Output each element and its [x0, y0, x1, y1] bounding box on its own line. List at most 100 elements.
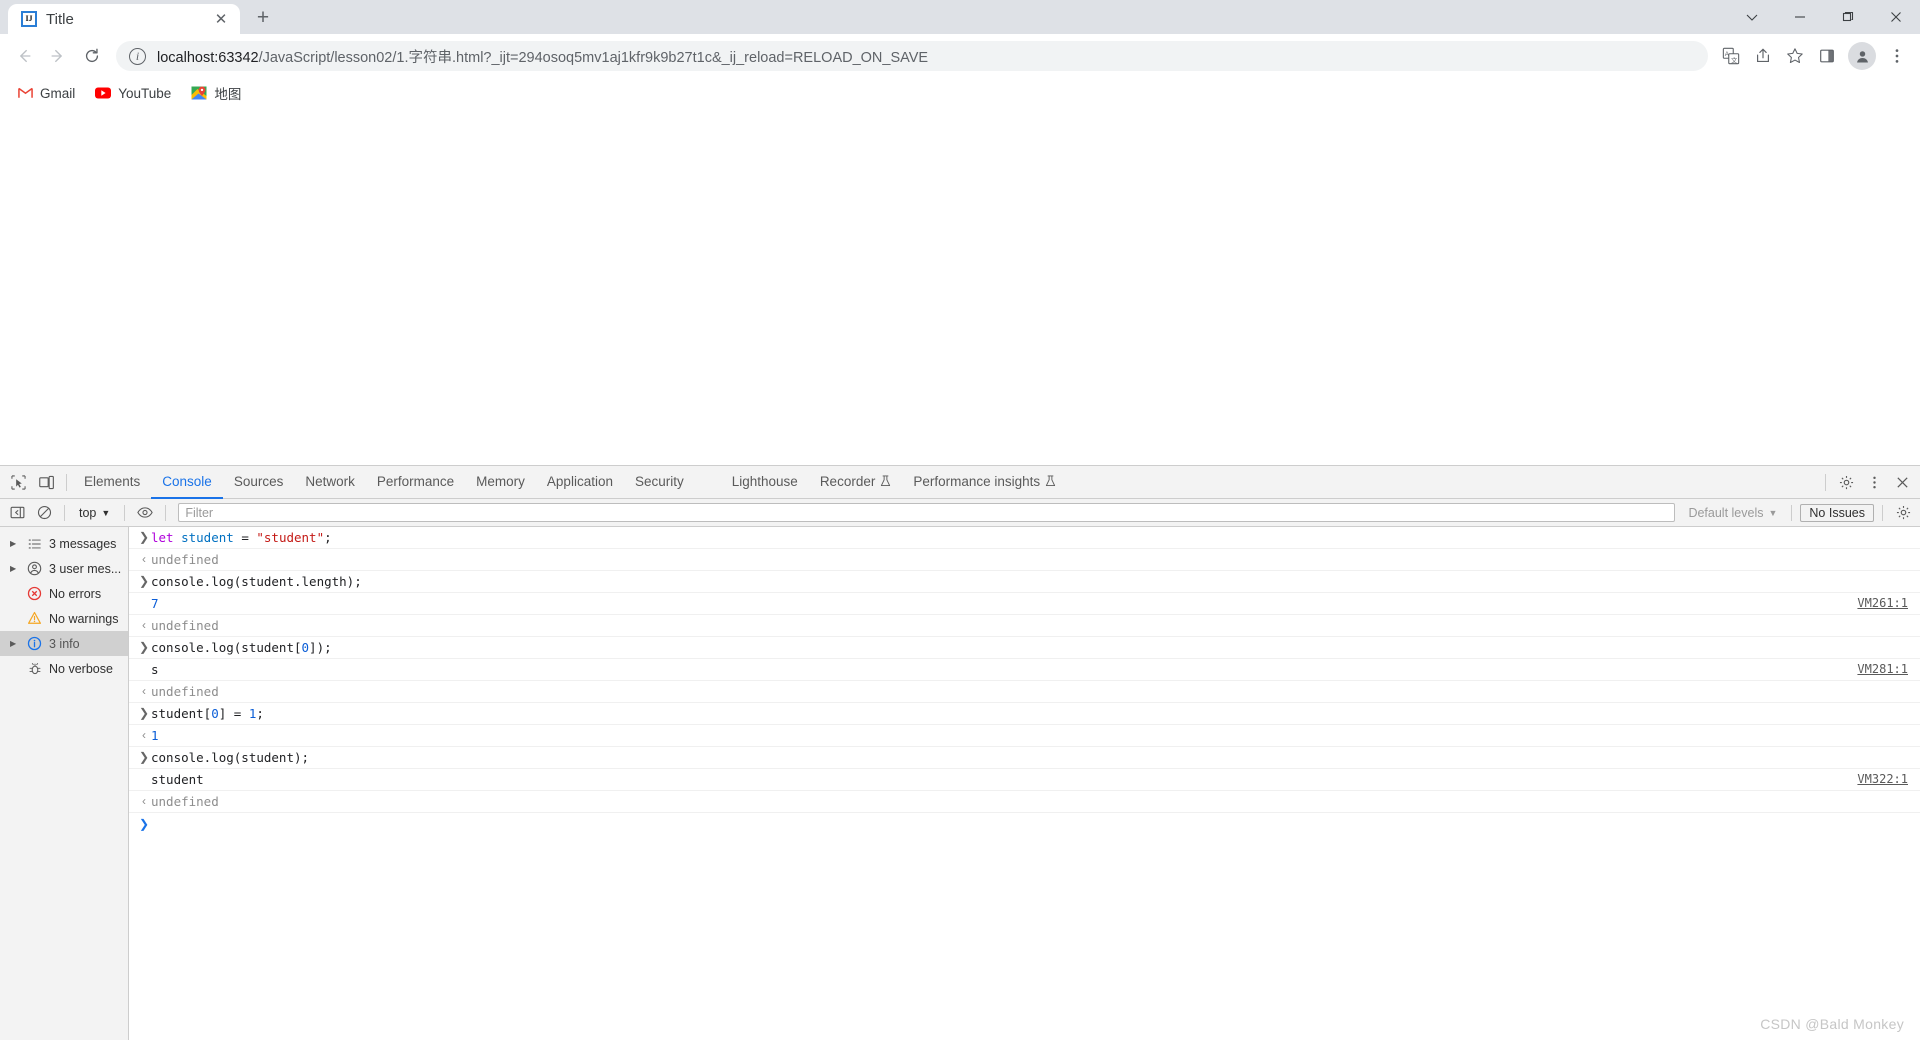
sidebar-item-messages[interactable]: ▶ 3 messages: [0, 531, 128, 556]
filter-divider: [1882, 504, 1883, 521]
console-messages-area[interactable]: ❯ let student = "student"; ‹ undefined ❯ cons…: [129, 527, 1920, 1040]
devtools-settings-icon[interactable]: [1832, 468, 1860, 496]
forward-button[interactable]: [42, 40, 74, 72]
close-icon[interactable]: ✕: [212, 10, 230, 28]
clear-console-icon[interactable]: [32, 501, 56, 525]
toolbar-divider: [1825, 473, 1826, 491]
levels-label: Default levels: [1688, 505, 1764, 520]
inspect-element-icon[interactable]: [4, 468, 32, 496]
device-toolbar-icon[interactable]: [32, 468, 60, 496]
new-tab-button[interactable]: +: [248, 3, 278, 33]
devtools-more-icon[interactable]: [1860, 468, 1888, 496]
window-controls: [1728, 0, 1920, 34]
error-circle-icon: [26, 586, 43, 601]
tab-performance[interactable]: Performance: [366, 466, 465, 499]
tab-lighthouse[interactable]: Lighthouse: [721, 466, 809, 499]
close-icon[interactable]: [1872, 0, 1920, 34]
address-bar[interactable]: i localhost:63342/JavaScript/lesson02/1.…: [116, 41, 1708, 71]
bookmark-star-icon[interactable]: [1780, 41, 1810, 71]
sidebar-item-label: No warnings: [49, 611, 119, 626]
sidebar-item-label: 3 info: [49, 636, 80, 651]
back-button[interactable]: [8, 40, 40, 72]
tab-console[interactable]: Console: [151, 466, 223, 499]
console-prompt-row[interactable]: ❯: [129, 813, 1920, 835]
console-log-row[interactable]: ‹ undefined: [129, 549, 1920, 571]
tab-elements[interactable]: Elements: [73, 466, 151, 499]
source-link[interactable]: VM281:1: [1857, 662, 1920, 677]
console-log-row[interactable]: s VM281:1: [129, 659, 1920, 681]
bookmark-maps[interactable]: 地图: [182, 79, 250, 107]
console-log-row[interactable]: ❯ let student = "student";: [129, 527, 1920, 549]
console-log-row[interactable]: ‹ undefined: [129, 681, 1920, 703]
console-row-text: undefined: [151, 684, 219, 699]
tab-sources[interactable]: Sources: [223, 466, 295, 499]
console-sidebar-toggle-icon[interactable]: [5, 501, 29, 525]
filter-input[interactable]: [178, 503, 1676, 522]
chevron-down-icon[interactable]: [1728, 0, 1776, 34]
issues-button[interactable]: No Issues: [1800, 503, 1874, 522]
console-log-row[interactable]: 7 VM261:1: [129, 593, 1920, 615]
prompt-caret-icon: ❯: [138, 530, 150, 544]
devtools-close-icon[interactable]: [1888, 468, 1916, 496]
console-row-text: console.log(student.length);: [151, 574, 362, 589]
svg-text:文: 文: [1731, 55, 1738, 64]
console-log-row[interactable]: ❯ console.log(student.length);: [129, 571, 1920, 593]
console-log-row[interactable]: student VM322:1: [129, 769, 1920, 791]
console-log-row[interactable]: ❯ console.log(student);: [129, 747, 1920, 769]
tab-network[interactable]: Network: [294, 466, 366, 499]
console-log-row[interactable]: ‹ undefined: [129, 791, 1920, 813]
tab-label: Lighthouse: [731, 473, 798, 489]
tab-label: Application: [546, 473, 613, 489]
reload-button[interactable]: [76, 40, 108, 72]
tab-application[interactable]: Application: [536, 466, 624, 499]
expand-arrow-icon[interactable]: ▶: [10, 564, 20, 573]
tab-recorder[interactable]: Recorder: [809, 466, 903, 499]
minimize-icon[interactable]: [1776, 0, 1824, 34]
console-log-row[interactable]: ‹ undefined: [129, 615, 1920, 637]
sidebar-item-label: 3 messages: [49, 536, 117, 551]
tab-security[interactable]: Security: [624, 466, 695, 499]
gmail-icon: [17, 85, 33, 101]
console-settings-gear-icon[interactable]: [1891, 501, 1915, 525]
favicon-text: IJ: [25, 14, 33, 23]
console-sidebar: ▶ 3 messages ▶ 3 user mes... No errors N…: [0, 527, 129, 1040]
filter-divider: [64, 504, 65, 521]
chevron-down-icon: ▼: [101, 507, 111, 518]
console-row-text: console.log(student);: [151, 750, 310, 765]
bookmark-youtube[interactable]: YouTube: [86, 81, 180, 105]
maximize-icon[interactable]: [1824, 0, 1872, 34]
result-arrow-icon: ‹: [142, 794, 146, 808]
execution-context-selector[interactable]: top ▼: [73, 504, 116, 522]
expand-arrow-icon[interactable]: ▶: [10, 539, 20, 548]
translate-icon[interactable]: A文: [1716, 41, 1746, 71]
console-log-row[interactable]: ❯ console.log(student[0]);: [129, 637, 1920, 659]
tab-label: Memory: [476, 473, 525, 489]
tab-label: Elements: [84, 473, 141, 489]
info-glyph: i: [135, 49, 140, 63]
site-info-icon[interactable]: i: [129, 47, 146, 65]
more-menu-icon[interactable]: [1882, 41, 1912, 71]
bookmark-gmail[interactable]: Gmail: [8, 81, 84, 105]
share-icon[interactable]: [1748, 41, 1778, 71]
tab-performance-insights[interactable]: Performance insights: [902, 466, 1067, 499]
verbose-bug-icon: [26, 662, 43, 676]
chevron-down-icon: ▼: [1768, 507, 1778, 518]
log-levels-selector[interactable]: Default levels ▼: [1682, 506, 1783, 520]
sidebar-item-warnings[interactable]: No warnings: [0, 606, 128, 631]
sidebar-item-verbose[interactable]: No verbose: [0, 656, 128, 681]
warning-triangle-icon: [26, 611, 43, 626]
expand-arrow-icon[interactable]: ▶: [10, 639, 20, 648]
side-panel-icon[interactable]: [1812, 41, 1842, 71]
sidebar-item-info[interactable]: ▶ 3 info: [0, 631, 128, 656]
source-link[interactable]: VM322:1: [1857, 772, 1920, 787]
console-log-row[interactable]: ❯ student[0] = 1;: [129, 703, 1920, 725]
browser-tab[interactable]: IJ Title ✕: [8, 4, 240, 34]
live-expression-eye-icon[interactable]: [133, 501, 157, 525]
sidebar-item-user-messages[interactable]: ▶ 3 user mes...: [0, 556, 128, 581]
sidebar-item-errors[interactable]: No errors: [0, 581, 128, 606]
tab-memory[interactable]: Memory: [465, 466, 536, 499]
profile-avatar[interactable]: [1848, 42, 1876, 70]
watermark-text: CSDN @Bald Monkey: [1760, 1016, 1904, 1032]
console-log-row[interactable]: ‹ 1: [129, 725, 1920, 747]
source-link[interactable]: VM261:1: [1857, 596, 1920, 611]
